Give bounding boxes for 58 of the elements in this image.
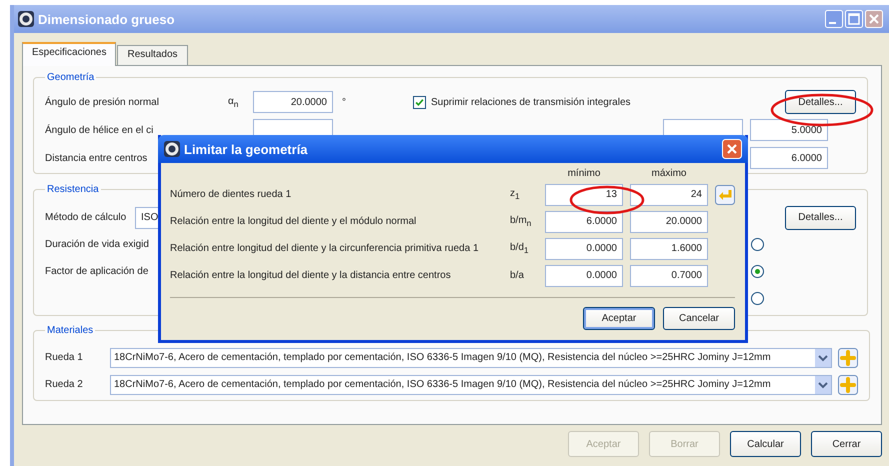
maximize-button[interactable] xyxy=(845,10,863,28)
input-field[interactable]: 5.0000 xyxy=(750,119,828,141)
dialog-button[interactable]: Cancelar xyxy=(663,307,735,330)
input-field[interactable]: 20.0000 xyxy=(630,210,708,232)
field-label: Número de dientes rueda 1 xyxy=(170,189,292,200)
plus-icon[interactable] xyxy=(838,348,858,368)
radio-button[interactable] xyxy=(751,238,764,251)
tab[interactable]: Especificaciones xyxy=(22,42,116,66)
input-field[interactable]: 0.0000 xyxy=(545,238,623,260)
plus-icon[interactable] xyxy=(838,374,858,394)
dropdown[interactable]: 18CrNiMo7-6, Acero de cementación, templado por cementación, ISO 6336-5 Imagen 9/10 (MQ), Resistencia del núcleo >=25HRC Jominy J=12mm xyxy=(110,348,832,368)
symbol-label: z$_{1}$ xyxy=(510,188,521,201)
input-field[interactable]: 24 xyxy=(630,184,708,206)
input-field[interactable]: 1.6000 xyxy=(630,238,708,260)
dialog-button[interactable]: Aceptar xyxy=(583,307,655,330)
group-title: Geometría xyxy=(46,72,96,83)
dropdown[interactable]: 18CrNiMo7-6, Acero de cementación, templado por cementación, ISO 6336-5 Imagen 9/10 (MQ), Resistencia del núcleo >=25HRC Jominy J=12mm xyxy=(110,374,832,394)
column-header: mínimo xyxy=(566,168,602,178)
input-field[interactable]: 6.0000 xyxy=(545,210,623,232)
group-title: Materiales xyxy=(46,325,94,336)
field-label: Distancia entre centros xyxy=(45,152,148,164)
input-field[interactable]: 0.7000 xyxy=(630,264,708,286)
field-label: Ángulo de hélice en el ci xyxy=(45,124,154,136)
minimize-button[interactable] xyxy=(825,10,843,28)
checkbox[interactable] xyxy=(413,96,426,108)
close-button[interactable] xyxy=(722,139,742,159)
group-title: Resistencia xyxy=(46,184,100,195)
window-title: Dimensionado grueso xyxy=(38,12,175,26)
close-button[interactable] xyxy=(865,10,883,28)
checkbox-label: Suprimir relaciones de transmisión integrales xyxy=(431,96,631,108)
field-label: Rueda 2 xyxy=(45,379,84,390)
dialog-button[interactable]: Cerrar xyxy=(811,431,882,457)
radio-button[interactable] xyxy=(751,265,764,278)
unit-label: ° xyxy=(341,96,347,108)
radio-button[interactable] xyxy=(751,292,764,305)
field-label: Relación entre la longitud del diente y la distancia entre centros xyxy=(170,270,452,281)
input-field[interactable]: 6.0000 xyxy=(750,147,828,169)
field-label: Rueda 1 xyxy=(45,352,84,363)
details-button[interactable]: Detalles... xyxy=(785,206,856,230)
field-label: Método de cálculo xyxy=(45,212,128,223)
field-label: Relación entre la longitud del diente y el módulo normal xyxy=(170,216,418,227)
field-label: Ángulo de presión normal xyxy=(45,96,159,108)
field-label: Factor de aplicación de xyxy=(45,266,148,277)
symbol-label: b/a xyxy=(510,270,525,281)
column-header: máximo xyxy=(650,168,688,178)
tab[interactable]: Resultados xyxy=(117,45,188,65)
field-label: Relación entre longitud del diente y la circunferencia primitiva rueda 1 xyxy=(170,243,480,254)
app-icon xyxy=(164,141,180,157)
field-label: Duración de vida exigid xyxy=(45,239,149,250)
input-field[interactable]: 13 xyxy=(545,184,623,206)
symbol-label: b/m$_{n}$ xyxy=(510,215,532,228)
input-field[interactable]: 0.0000 xyxy=(545,264,623,286)
symbol-label: b/d$_{1}$ xyxy=(510,242,530,255)
symbol-label: α$_{n}$ xyxy=(228,96,240,108)
input-field[interactable]: 20.0000 xyxy=(253,91,333,113)
dialog-button[interactable]: Calcular xyxy=(730,431,801,457)
app-icon xyxy=(18,11,34,27)
window-title: Limitar la geometría xyxy=(184,142,308,156)
